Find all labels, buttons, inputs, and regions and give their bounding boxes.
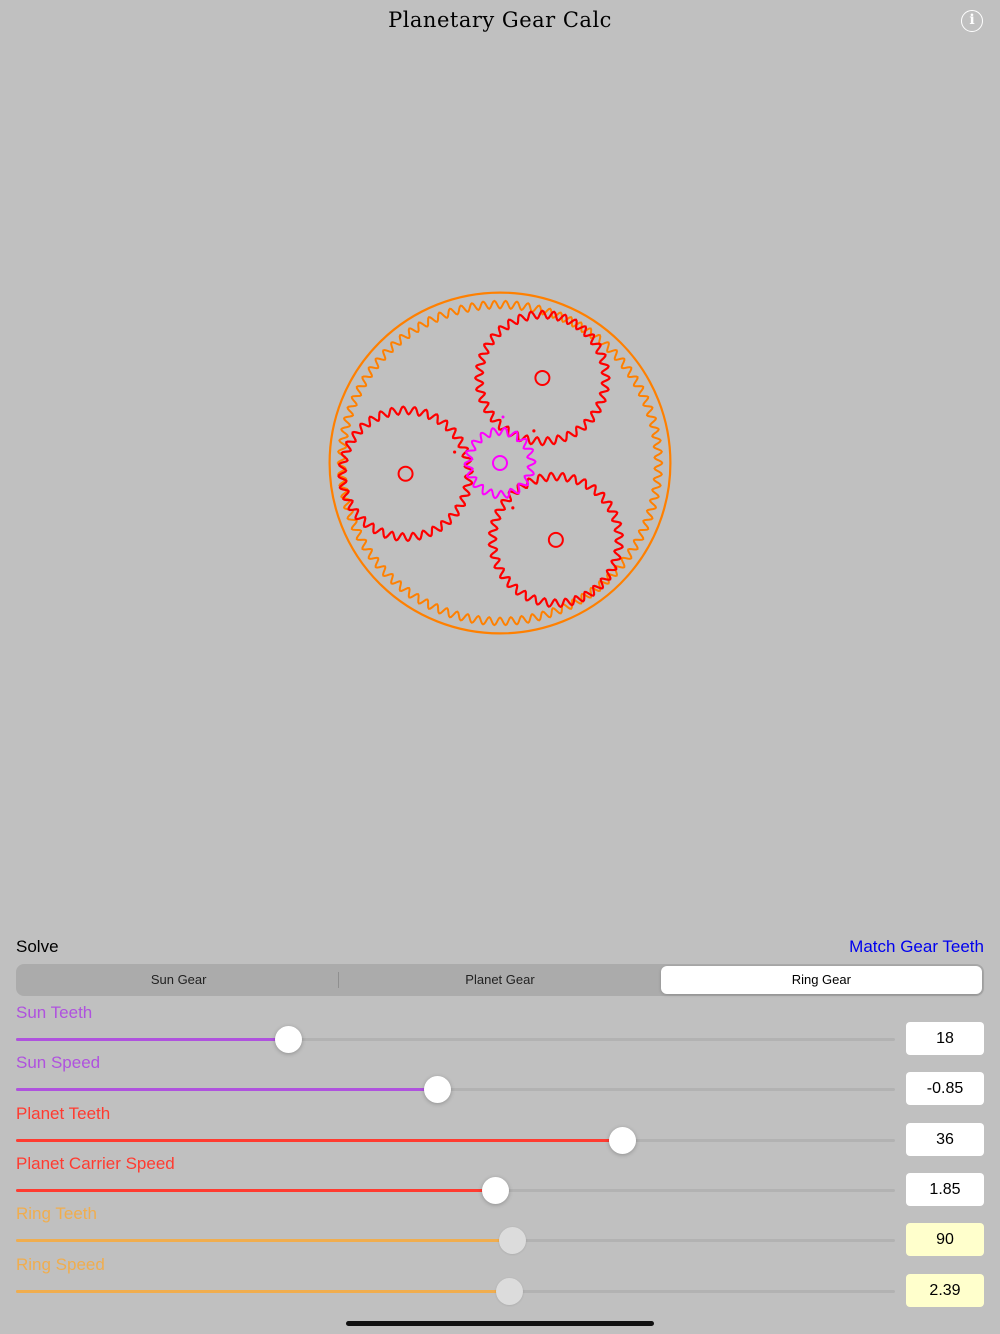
match-gear-teeth-link[interactable]: Match Gear Teeth xyxy=(849,937,984,957)
segment-ring-gear[interactable]: Ring Gear xyxy=(660,966,982,994)
sun-teeth-slider-fill xyxy=(16,1038,289,1041)
sun-teeth-value-field[interactable]: 18 xyxy=(906,1022,984,1055)
planetary-gear-diagram xyxy=(328,291,672,635)
ring-teeth-value-field: 90 xyxy=(906,1223,984,1257)
planet-gear-2-hub xyxy=(397,465,414,482)
planet-marker-1 xyxy=(532,429,536,433)
sun-marker xyxy=(501,415,505,419)
planet-gear-3-hub xyxy=(547,531,564,548)
ring-gear-rim xyxy=(328,291,672,635)
ring-speed-value-field: 2.39 xyxy=(906,1273,984,1307)
planet-teeth-label: Planet Teeth xyxy=(16,1103,111,1123)
ring-speed-label: Ring Speed xyxy=(16,1254,105,1274)
sun-speed-label: Sun Speed xyxy=(16,1053,101,1073)
segment-planet-gear[interactable]: Planet Gear xyxy=(339,966,660,994)
planet-marker-2 xyxy=(453,450,457,454)
ring-teeth-slider-fill xyxy=(16,1239,513,1243)
planet-gear-2 xyxy=(337,405,474,543)
planet-teeth-slider-fill xyxy=(16,1138,623,1142)
ring-teeth-label: Ring Teeth xyxy=(16,1204,97,1224)
planet-marker-3 xyxy=(511,506,515,510)
ring-speed-slider-thumb xyxy=(495,1277,523,1305)
sun-speed-value-field[interactable]: -0.85 xyxy=(906,1072,984,1106)
sun-speed-slider-thumb[interactable] xyxy=(424,1076,452,1104)
planet-teeth-slider-thumb[interactable] xyxy=(609,1126,636,1154)
sun-teeth-slider-thumb[interactable] xyxy=(274,1026,302,1053)
planet-gear-1-hub xyxy=(534,369,551,386)
sun-speed-slider-fill xyxy=(16,1088,438,1092)
planet-gear-1 xyxy=(473,309,611,447)
sun-gear-hub xyxy=(492,455,508,471)
solve-label: Solve xyxy=(16,937,59,956)
solve-segmented-control: Sun Gear Planet Gear Ring Gear xyxy=(16,964,984,996)
planet-carrier-speed-slider-fill xyxy=(16,1188,496,1192)
planet-carrier-speed-value-field[interactable]: 1.85 xyxy=(906,1172,984,1206)
ring-speed-slider-fill xyxy=(16,1289,510,1293)
planet-carrier-speed-label: Planet Carrier Speed xyxy=(16,1153,175,1173)
ring-teeth-slider-thumb xyxy=(499,1227,527,1255)
planet-teeth-value-field[interactable]: 36 xyxy=(906,1122,984,1156)
sun-teeth-label: Sun Teeth xyxy=(16,1003,93,1022)
home-indicator xyxy=(346,1321,654,1326)
planet-carrier-speed-slider-thumb[interactable] xyxy=(481,1176,509,1204)
segment-sun-gear[interactable]: Sun Gear xyxy=(18,966,340,994)
